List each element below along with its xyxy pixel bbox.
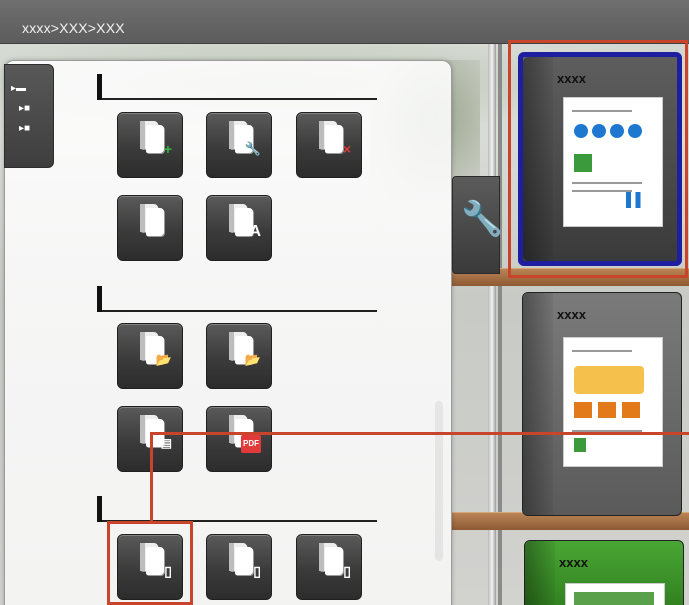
export-pdf-button[interactable]: PDF xyxy=(206,406,272,472)
delete-binder-button[interactable]: × xyxy=(296,112,362,178)
folder-icon: 📂 xyxy=(244,352,261,367)
section-header-binder xyxy=(97,74,377,100)
pdf-icon: PDF xyxy=(241,435,261,453)
folder-tree-item[interactable]: ▸■ xyxy=(19,99,30,119)
binder-cover-page xyxy=(565,583,665,605)
binder[interactable]: xxxx xyxy=(524,540,684,605)
plus-icon: + xyxy=(163,141,172,157)
highlight-selected-binder xyxy=(508,40,688,278)
import-folder-button[interactable]: 📂 xyxy=(117,323,183,389)
duplicate-binder-button[interactable] xyxy=(117,195,183,261)
folder-tree-item[interactable]: ▸▬ xyxy=(11,79,30,99)
binder-icon xyxy=(313,541,347,579)
export-folder-button[interactable]: 📂 xyxy=(206,323,272,389)
breadcrumb[interactable]: xxxx>XXX>XXX xyxy=(22,20,125,36)
export-to-device-button[interactable]: ▯ xyxy=(206,534,272,600)
wrench-icon: 🔧 xyxy=(244,141,261,156)
wrench-icon: 🔧 xyxy=(461,200,504,238)
section-header-device xyxy=(97,496,377,522)
folder-tree-tab[interactable]: ▸▬ ▸■ ▸■ xyxy=(4,64,54,168)
settings-tab[interactable]: 🔧 xyxy=(452,176,504,274)
panel-scrollbar[interactable] xyxy=(435,401,443,561)
section-header-import-export xyxy=(97,286,377,312)
binder[interactable]: xxxx xyxy=(522,292,682,516)
duplicate-binder-icon xyxy=(134,202,168,240)
highlight-connector xyxy=(150,432,689,435)
phone-icon: ▯ xyxy=(253,563,261,579)
letter-a-icon: A xyxy=(249,223,261,240)
add-binder-button[interactable]: + xyxy=(117,112,183,178)
highlight-connector xyxy=(150,432,153,524)
rename-binder-button[interactable]: A xyxy=(206,195,272,261)
binder-title: xxxx xyxy=(559,555,588,570)
document-icon: ▤ xyxy=(160,436,172,450)
phone-icon: ▯ xyxy=(343,563,351,579)
folder-tree: ▸▬ ▸■ ▸■ xyxy=(11,79,30,139)
app-window: xxxx>XXX>XXX ▸▬ ▸■ ▸■ + 🔧 × A 📂 📂 ▤ PDF … xyxy=(0,0,689,605)
binder-title: xxxx xyxy=(557,307,586,322)
title-bar: xxxx>XXX>XXX xyxy=(0,0,689,44)
binder-cover-page xyxy=(563,337,663,467)
folder-tree-item[interactable]: ▸■ xyxy=(19,119,30,139)
binder-icon xyxy=(223,541,257,579)
folder-icon: 📂 xyxy=(155,352,172,367)
delete-icon: × xyxy=(342,141,351,157)
sync-device-button[interactable]: ▯ xyxy=(296,534,362,600)
highlight-import-button xyxy=(107,521,193,605)
binder-settings-button[interactable]: 🔧 xyxy=(206,112,272,178)
